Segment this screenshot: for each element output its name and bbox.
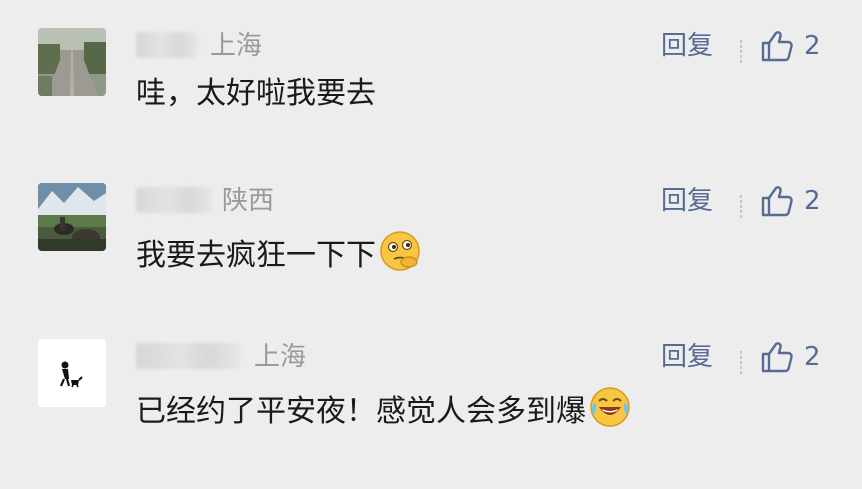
comment-item: 陕西 我要去疯狂一下下 回复 2: [0, 183, 862, 333]
divider: [740, 40, 742, 64]
location-label: 上海: [210, 31, 263, 61]
road-photo-icon: [38, 28, 106, 96]
comment-text: 我要去疯狂一下下: [136, 229, 422, 284]
username-blurred[interactable]: [136, 187, 212, 213]
reply-button[interactable]: 回复: [661, 341, 713, 373]
like-count: 2: [804, 31, 821, 61]
username-blurred[interactable]: [136, 32, 198, 58]
thumbs-up-icon: [761, 342, 793, 373]
like-button[interactable]: 2: [760, 339, 821, 375]
like-count: 2: [804, 342, 821, 372]
reply-button[interactable]: 回复: [661, 185, 713, 217]
thumbs-up-icon: [761, 186, 793, 217]
avatar[interactable]: [38, 339, 106, 407]
laughing-tears-emoji-icon: [588, 385, 632, 440]
like-button[interactable]: 2: [760, 183, 821, 219]
figure-with-dog-icon: [38, 339, 106, 407]
avatar[interactable]: [38, 28, 106, 96]
avatar[interactable]: [38, 183, 106, 251]
thumbs-up-icon: [761, 31, 793, 62]
reply-button[interactable]: 回复: [661, 30, 713, 62]
divider: [740, 351, 742, 375]
like-count: 2: [804, 186, 821, 216]
location-label: 上海: [254, 342, 307, 372]
comment-text: 哇，太好啦我要去: [136, 76, 376, 111]
mountain-photo-icon: [38, 183, 106, 251]
thinking-emoji-icon: [378, 229, 422, 284]
username-blurred[interactable]: [136, 343, 240, 369]
comment-item: 上海 已经约了平安夜！感觉人会多到爆 回复 2: [0, 339, 862, 489]
location-label: 陕西: [222, 186, 275, 216]
comment-item: 上海 哇，太好啦我要去 回复 2: [0, 28, 862, 178]
divider: [740, 195, 742, 219]
comment-text: 已经约了平安夜！感觉人会多到爆: [136, 385, 632, 440]
like-button[interactable]: 2: [760, 28, 821, 64]
